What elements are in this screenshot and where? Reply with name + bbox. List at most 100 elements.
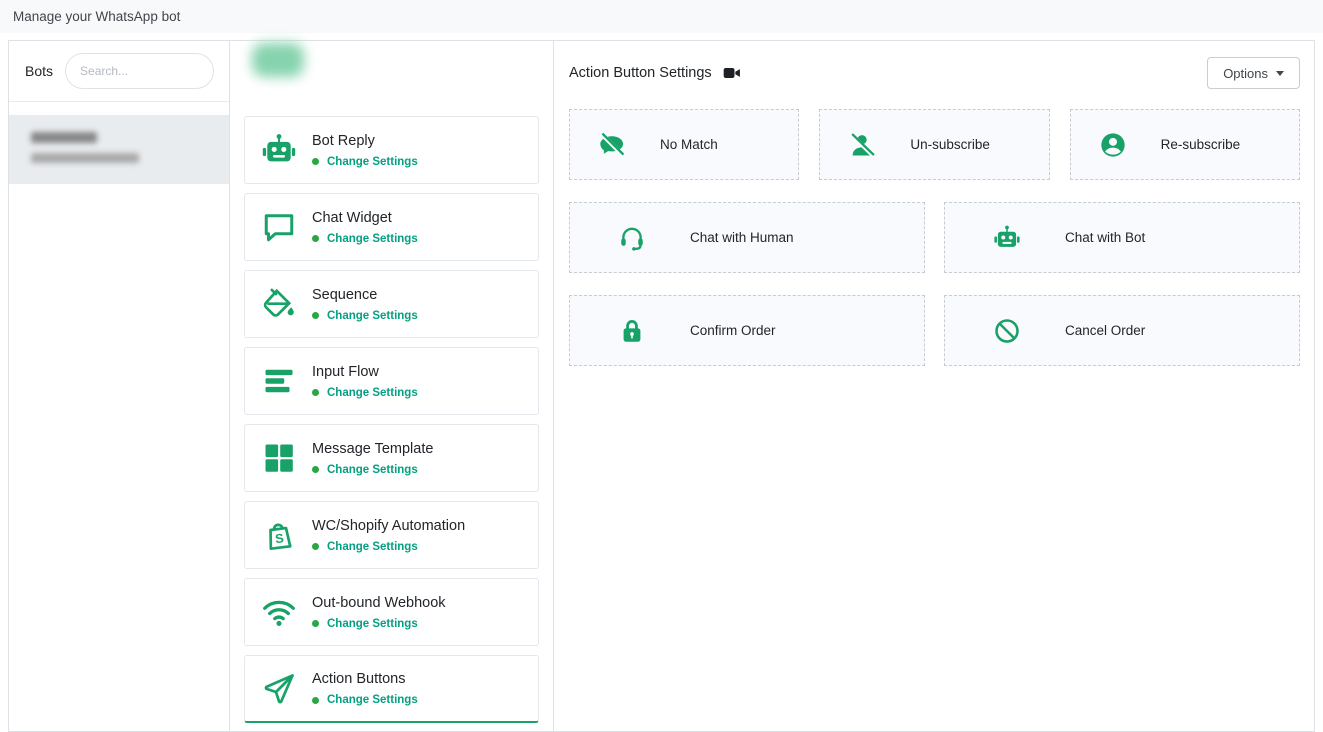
action-card-no-match[interactable]: No Match xyxy=(569,109,799,180)
change-settings-label: Change Settings xyxy=(327,310,418,322)
bars-icon xyxy=(259,361,299,401)
paper-plane-icon xyxy=(259,669,299,709)
robot-icon xyxy=(993,224,1021,252)
user-slash-icon xyxy=(848,131,876,159)
menu-card-title: Chat Widget xyxy=(312,210,418,226)
options-button-label: Options xyxy=(1223,66,1268,81)
redacted-bot-number xyxy=(31,153,139,163)
change-settings-link[interactable]: Change Settings xyxy=(312,464,433,476)
action-card-chat-with-human[interactable]: Chat with Human xyxy=(569,202,925,273)
redacted-badge xyxy=(252,43,304,77)
ban-icon xyxy=(993,317,1021,345)
menu-card-title: Input Flow xyxy=(312,364,418,380)
menu-card-title: WC/Shopify Automation xyxy=(312,518,465,534)
menu-card-text: Message Template Change Settings xyxy=(312,441,433,476)
change-settings-label: Change Settings xyxy=(327,233,418,245)
change-settings-link[interactable]: Change Settings xyxy=(312,387,418,399)
menu-card-action-buttons[interactable]: Action Buttons Change Settings xyxy=(244,655,539,723)
action-card-label: No Match xyxy=(660,137,718,152)
user-circle-icon xyxy=(1099,131,1127,159)
menu-card-input-flow[interactable]: Input Flow Change Settings xyxy=(244,347,539,415)
change-settings-link[interactable]: Change Settings xyxy=(312,541,465,553)
bots-sidebar-header: Bots xyxy=(9,41,229,101)
action-card-re-subscribe[interactable]: Re-subscribe xyxy=(1070,109,1300,180)
action-card-un-subscribe[interactable]: Un-subscribe xyxy=(819,109,1049,180)
menu-card-text: Input Flow Change Settings xyxy=(312,364,418,399)
menu-card-shopify-automation[interactable]: S WC/Shopify Automation Change Settings xyxy=(244,501,539,569)
status-dot-icon xyxy=(312,620,319,627)
chat-bubble-icon xyxy=(259,207,299,247)
headset-icon xyxy=(618,224,646,252)
caret-down-icon xyxy=(1276,71,1284,76)
bots-search-input[interactable] xyxy=(65,53,214,89)
status-dot-icon xyxy=(312,697,319,704)
action-card-label: Chat with Human xyxy=(690,230,794,245)
divider xyxy=(9,101,229,102)
menu-card-title: Message Template xyxy=(312,441,433,457)
settings-menu-list: Bot Reply Change Settings Chat Widget xyxy=(244,116,539,723)
change-settings-label: Change Settings xyxy=(327,464,418,476)
comment-slash-icon xyxy=(598,131,626,159)
status-dot-icon xyxy=(312,466,319,473)
shopify-bag-icon: S xyxy=(259,515,299,555)
change-settings-link[interactable]: Change Settings xyxy=(312,310,418,322)
redacted-bot-name xyxy=(31,132,97,143)
action-card-label: Re-subscribe xyxy=(1161,137,1241,152)
action-card-confirm-order[interactable]: Confirm Order xyxy=(569,295,925,366)
action-card-label: Chat with Bot xyxy=(1065,230,1145,245)
change-settings-link[interactable]: Change Settings xyxy=(312,618,446,630)
settings-menu-column: Bot Reply Change Settings Chat Widget xyxy=(230,41,554,731)
svg-text:S: S xyxy=(274,530,284,546)
menu-card-title: Bot Reply xyxy=(312,133,418,149)
change-settings-label: Change Settings xyxy=(327,156,418,168)
menu-card-bot-reply[interactable]: Bot Reply Change Settings xyxy=(244,116,539,184)
menu-card-text: Out-bound Webhook Change Settings xyxy=(312,595,446,630)
action-card-cancel-order[interactable]: Cancel Order xyxy=(944,295,1300,366)
menu-card-chat-widget[interactable]: Chat Widget Change Settings xyxy=(244,193,539,261)
change-settings-link[interactable]: Change Settings xyxy=(312,156,418,168)
change-settings-label: Change Settings xyxy=(327,618,418,630)
menu-card-text: WC/Shopify Automation Change Settings xyxy=(312,518,465,553)
status-dot-icon xyxy=(312,235,319,242)
status-dot-icon xyxy=(312,158,319,165)
status-dot-icon xyxy=(312,312,319,319)
menu-card-outbound-webhook[interactable]: Out-bound Webhook Change Settings xyxy=(244,578,539,646)
change-settings-link[interactable]: Change Settings xyxy=(312,694,418,706)
bots-sidebar: Bots xyxy=(9,41,230,731)
lock-icon xyxy=(618,317,646,345)
action-card-label: Cancel Order xyxy=(1065,323,1145,338)
menu-card-sequence[interactable]: Sequence Change Settings xyxy=(244,270,539,338)
status-dot-icon xyxy=(312,389,319,396)
menu-card-text: Bot Reply Change Settings xyxy=(312,133,418,168)
action-buttons-row-1: No Match Un-subscribe xyxy=(569,109,1300,180)
menu-card-text: Action Buttons Change Settings xyxy=(312,671,418,706)
panel-header: Action Button Settings Options xyxy=(569,57,1300,89)
menu-card-title: Action Buttons xyxy=(312,671,418,687)
change-settings-label: Change Settings xyxy=(327,694,418,706)
bot-list-item-selected[interactable] xyxy=(9,115,229,184)
app-container: Bots xyxy=(8,40,1315,732)
menu-card-title: Out-bound Webhook xyxy=(312,595,446,611)
video-camera-icon[interactable] xyxy=(722,63,742,83)
change-settings-label: Change Settings xyxy=(327,541,418,553)
grid-icon xyxy=(259,438,299,478)
page-title: Manage your WhatsApp bot xyxy=(13,9,180,24)
change-settings-link[interactable]: Change Settings xyxy=(312,233,418,245)
robot-icon xyxy=(259,130,299,170)
menu-card-text: Sequence Change Settings xyxy=(312,287,418,322)
bots-title: Bots xyxy=(25,63,53,79)
options-button[interactable]: Options xyxy=(1207,57,1300,89)
action-button-settings-panel: Action Button Settings Options xyxy=(554,41,1314,731)
fill-drip-icon xyxy=(259,284,299,324)
topbar: Manage your WhatsApp bot xyxy=(0,0,1323,33)
menu-card-message-template[interactable]: Message Template Change Settings xyxy=(244,424,539,492)
wifi-icon xyxy=(259,592,299,632)
action-card-label: Confirm Order xyxy=(690,323,776,338)
action-buttons-row-2: Chat with Human xyxy=(569,202,1300,273)
panel-title: Action Button Settings xyxy=(569,65,712,81)
change-settings-label: Change Settings xyxy=(327,387,418,399)
action-buttons-row-3: Confirm Order Cancel Order xyxy=(569,295,1300,366)
status-dot-icon xyxy=(312,543,319,550)
menu-card-title: Sequence xyxy=(312,287,418,303)
action-card-chat-with-bot[interactable]: Chat with Bot xyxy=(944,202,1300,273)
